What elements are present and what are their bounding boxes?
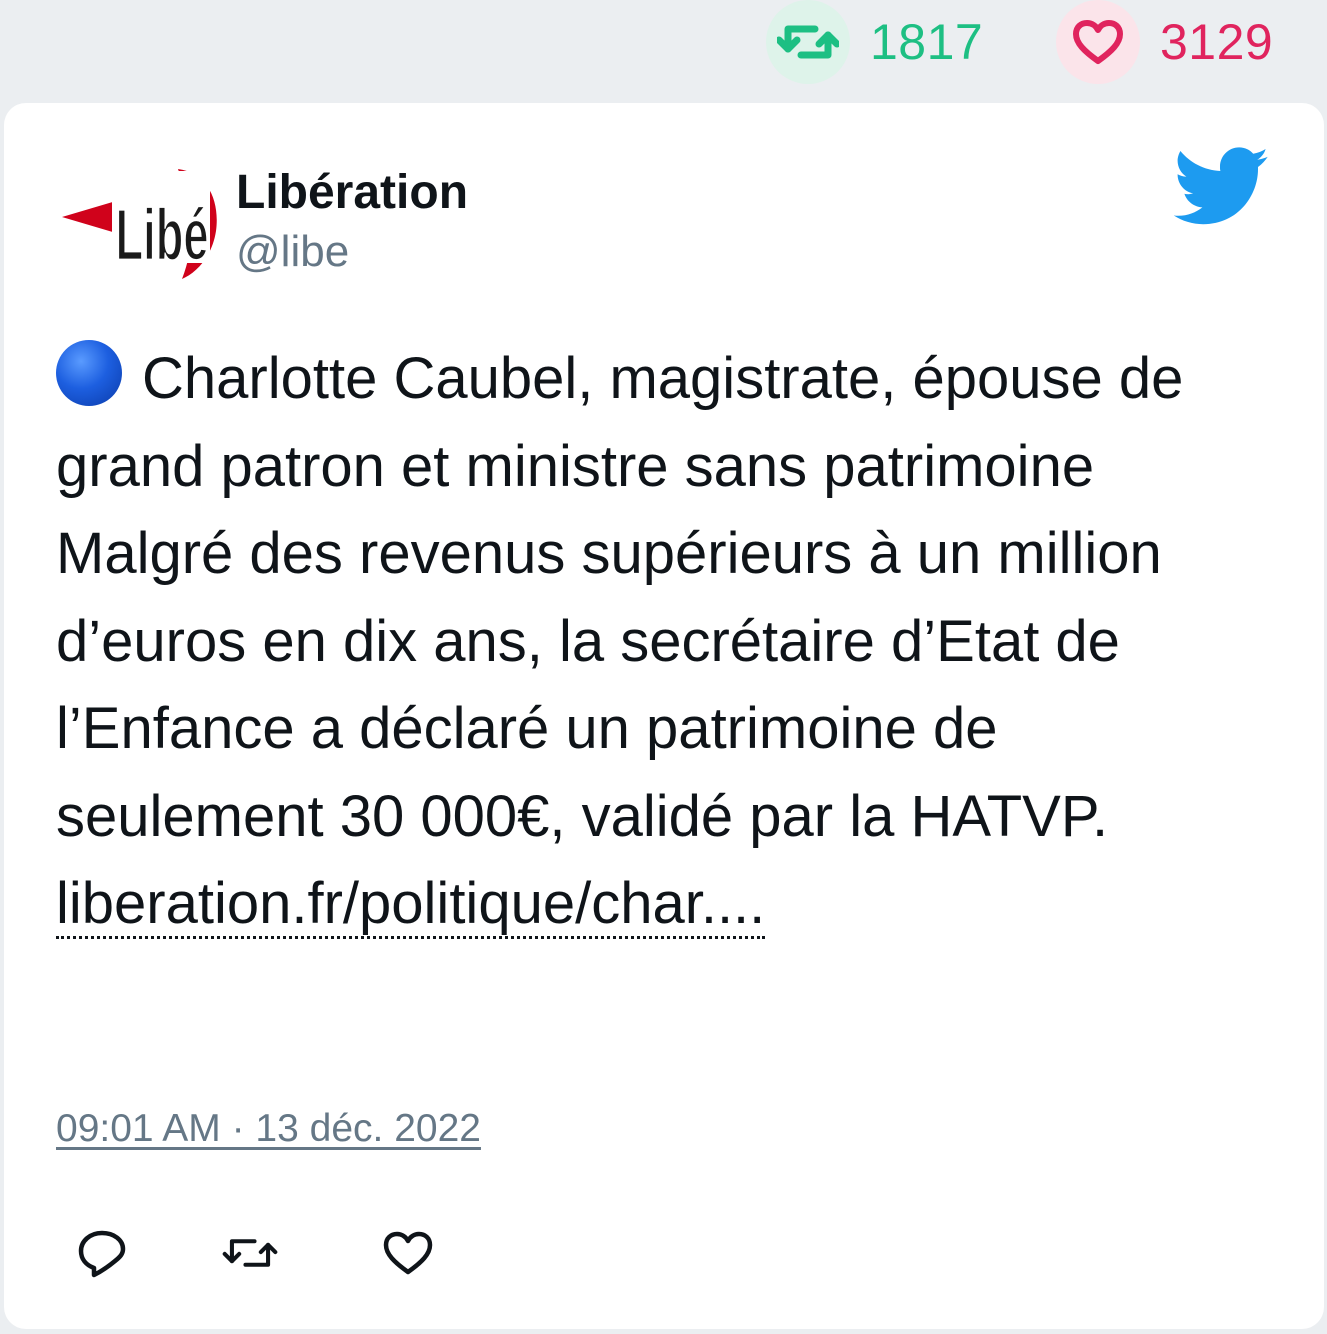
like-stat-icon-wrap [1056,0,1140,84]
like-count: 3129 [1160,14,1274,70]
tweet-card: Libé Libération @libe Charlotte Caubel, … [4,103,1324,1329]
liberation-logo-avatar[interactable]: Libé [58,161,226,281]
tweet-link[interactable]: liberation.fr/politique/char.... [56,871,766,939]
like-icon [383,1231,433,1275]
author-handle[interactable]: @libe [236,227,349,277]
like-button[interactable] [380,1225,436,1281]
svg-text:Libé: Libé [116,194,209,276]
tweet-body: Charlotte Caubel, magistrate, épouse de … [56,346,1184,849]
retweet-button[interactable] [222,1225,278,1281]
twitter-bird-icon[interactable] [1174,147,1270,227]
reply-icon [78,1230,126,1278]
retweet-stat-icon-wrap [766,0,850,84]
tweet-timestamp[interactable]: 09:01 AM · 13 déc. 2022 [56,1107,481,1151]
engagement-stats-bar: 1817 3129 [0,0,1327,100]
retweet-stat[interactable]: 1817 [766,0,983,84]
like-stat[interactable]: 3129 [1056,0,1273,84]
tweet-text: Charlotte Caubel, magistrate, épouse de … [56,335,1276,948]
retweet-icon [222,1239,278,1267]
heart-icon [1073,20,1123,64]
retweet-count: 1817 [870,14,984,70]
reply-button[interactable] [74,1225,130,1281]
author-name[interactable]: Libération [236,165,468,220]
retweet-icon [777,25,839,59]
blue-circle-icon [56,340,122,406]
